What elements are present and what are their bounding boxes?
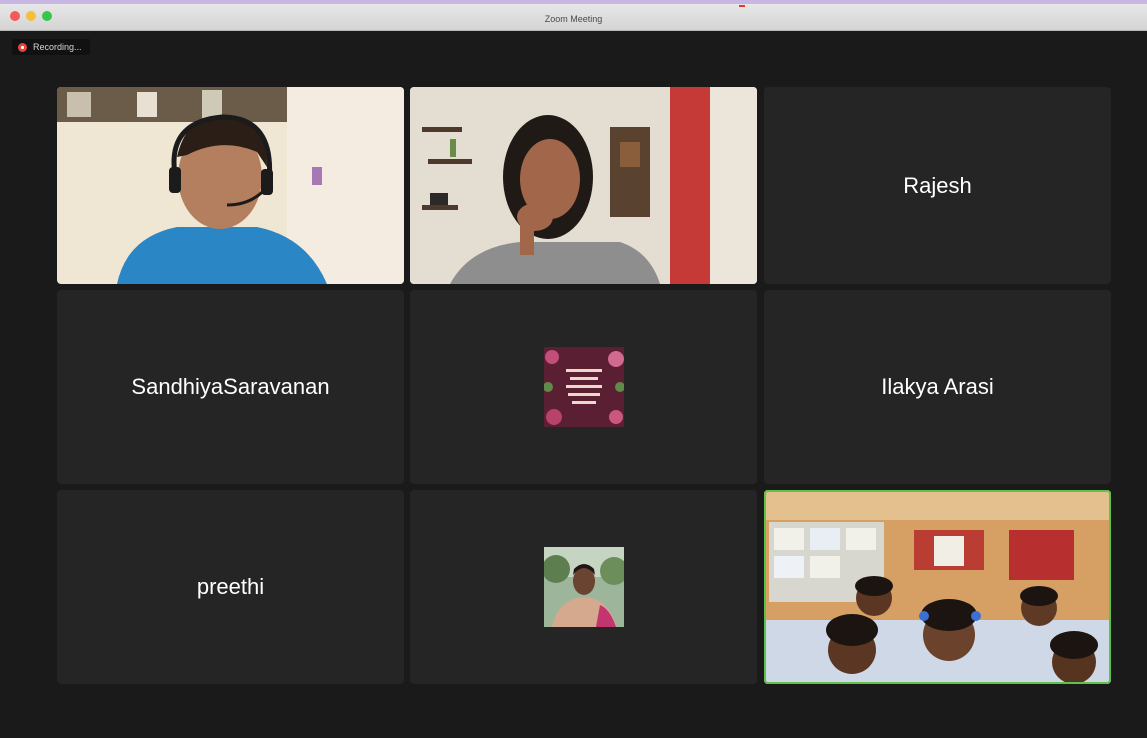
title-bar: Zoom Meeting bbox=[0, 0, 1147, 31]
participant-tile-rajesh[interactable]: Rajesh bbox=[764, 87, 1111, 284]
recording-icon bbox=[18, 42, 27, 52]
participant-name: Rajesh bbox=[903, 172, 972, 198]
zoom-window: Zoom Meeting Recording... Rajesh Sandhiy… bbox=[0, 0, 1147, 738]
person-photo-avatar-icon bbox=[543, 547, 624, 627]
participant-tile-avatar-1[interactable] bbox=[410, 290, 757, 484]
book-cover-avatar-icon bbox=[543, 347, 624, 427]
participant-tile-sandhiya[interactable]: SandhiyaSaravanan bbox=[57, 290, 404, 484]
recording-label: Recording... bbox=[33, 42, 82, 52]
participant-tile-avatar-2[interactable] bbox=[410, 490, 757, 684]
title-bar-accent bbox=[0, 0, 1147, 4]
participant-tile-preethi[interactable]: preethi bbox=[57, 490, 404, 684]
recording-indicator[interactable]: Recording... bbox=[12, 39, 90, 55]
participant-tile-ilakya[interactable]: Ilakya Arasi bbox=[764, 290, 1111, 484]
window-title: Zoom Meeting bbox=[544, 14, 603, 24]
notification-mark bbox=[739, 5, 745, 7]
classroom-children-icon bbox=[764, 490, 1111, 684]
participant-tile-video-3[interactable] bbox=[764, 490, 1111, 684]
participant-name: Ilakya Arasi bbox=[881, 374, 994, 399]
participant-name: preethi bbox=[196, 574, 265, 599]
participant-tile-video-1[interactable] bbox=[57, 87, 404, 284]
man-with-headset-icon bbox=[57, 87, 404, 284]
woman-thinking-icon bbox=[410, 87, 757, 284]
participant-tile-video-2[interactable] bbox=[410, 87, 757, 284]
participant-name: SandhiyaSaravanan bbox=[131, 374, 330, 399]
